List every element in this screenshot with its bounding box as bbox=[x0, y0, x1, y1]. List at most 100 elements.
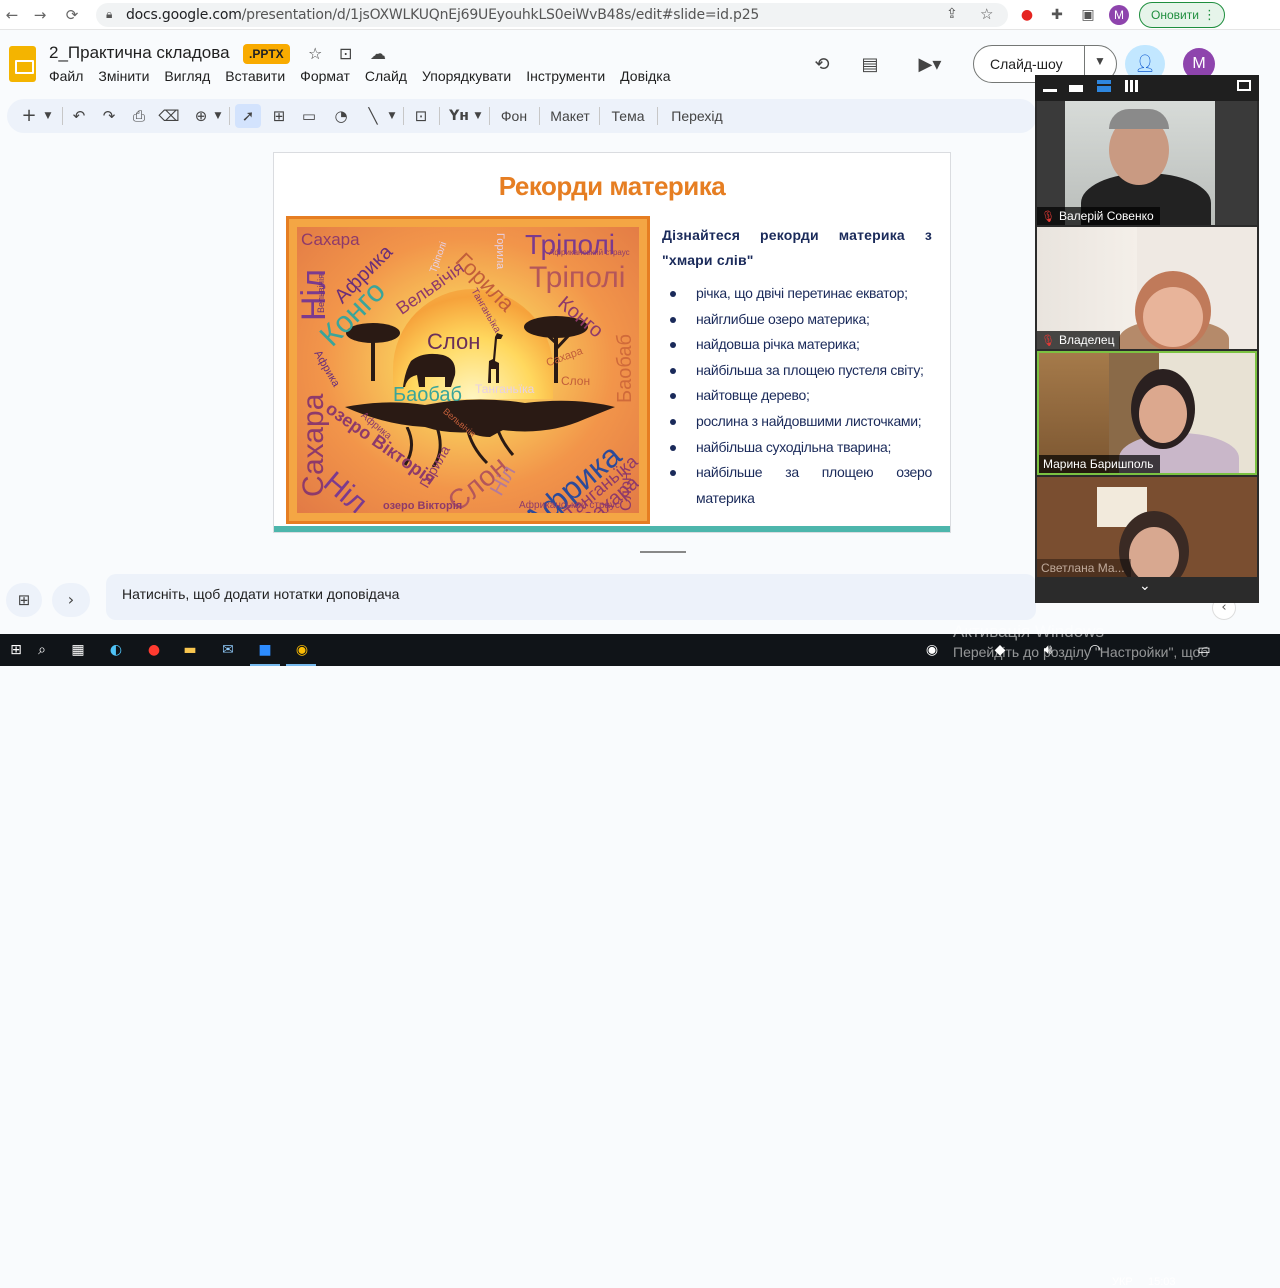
notes-resize-handle[interactable] bbox=[640, 551, 686, 553]
zoom-dropdown-icon[interactable]: ▼ bbox=[211, 104, 225, 128]
menu-tools[interactable]: Інструменти bbox=[526, 68, 605, 86]
shape-icon[interactable]: ◔ bbox=[329, 104, 353, 128]
input-tools-dropdown-icon[interactable]: ▼ bbox=[471, 104, 485, 128]
video-tile[interactable]: Светлана Ма... bbox=[1037, 477, 1257, 577]
select-cursor-icon[interactable]: ➚ bbox=[235, 104, 261, 128]
new-slide-dropdown-icon[interactable]: ▼ bbox=[41, 104, 55, 128]
gallery-view-icon[interactable] bbox=[1125, 80, 1139, 92]
paint-format-icon[interactable]: ⌫ bbox=[157, 104, 181, 128]
extensions-puzzle-icon[interactable]: ✚ bbox=[1047, 5, 1067, 25]
profile-avatar[interactable]: M bbox=[1109, 5, 1129, 25]
input-tools-icon[interactable]: Yн bbox=[447, 104, 471, 128]
menu-edit[interactable]: Змінити bbox=[98, 68, 149, 86]
exit-fullscreen-icon[interactable] bbox=[1237, 80, 1251, 91]
slide-heading[interactable]: Дізнайтеся рекорди материка з "хмари слі… bbox=[662, 223, 932, 273]
chrome-tray-icon[interactable]: ◉ bbox=[922, 640, 942, 660]
address-bar[interactable]: 🔒︎ docs.google.com/presentation/d/1jsOXW… bbox=[96, 3, 1008, 27]
zoom-icon[interactable]: ⊕ bbox=[189, 104, 213, 128]
chevron-down-icon[interactable]: ▼ bbox=[1094, 54, 1106, 68]
menu-format[interactable]: Формат bbox=[300, 68, 350, 86]
comments-icon[interactable]: ▤ bbox=[858, 53, 882, 77]
cloud-saved-icon[interactable]: ☁ bbox=[370, 44, 386, 63]
version-history-icon[interactable]: ⟲ bbox=[810, 53, 834, 77]
print-icon[interactable]: ⎙ bbox=[127, 104, 151, 128]
update-label: Оновити bbox=[1151, 8, 1199, 22]
update-browser-button[interactable]: Оновити ⋮ bbox=[1139, 2, 1225, 28]
new-slide-icon[interactable]: + bbox=[17, 104, 41, 128]
chrome-icon[interactable]: ◉ bbox=[292, 640, 312, 660]
forward-icon[interactable]: → bbox=[30, 5, 50, 25]
toolbar-divider bbox=[403, 107, 404, 125]
back-icon[interactable]: ← bbox=[2, 5, 22, 25]
list-item: річка, що двічі перетинає екватор; bbox=[668, 281, 932, 307]
input-language[interactable]: УКР bbox=[1112, 1276, 1133, 1288]
move-folder-icon[interactable]: ⊡ bbox=[339, 44, 352, 63]
menu-view[interactable]: Вигляд bbox=[164, 68, 210, 86]
layout-button[interactable]: Макет bbox=[545, 104, 595, 128]
speaker-view-icon[interactable] bbox=[1097, 80, 1111, 92]
video-tile-active[interactable]: Марина Баришполь bbox=[1037, 351, 1257, 475]
speaker-notes[interactable]: Натисніть, щоб додати нотатки доповідача bbox=[106, 574, 1036, 620]
slides-logo-icon[interactable] bbox=[9, 46, 36, 82]
reload-icon[interactable]: ⟳ bbox=[62, 5, 82, 25]
participant-name: Светлана Ма... bbox=[1037, 559, 1131, 577]
taskbar-clock[interactable]: 15:03 bbox=[1148, 1276, 1176, 1288]
toolbar-divider bbox=[439, 107, 440, 125]
wc-word: Слон bbox=[561, 374, 591, 388]
search-icon[interactable]: ⌕ bbox=[32, 640, 52, 660]
insert-image-icon[interactable]: ▭ bbox=[297, 104, 321, 128]
slide-title[interactable]: Рекорди материка bbox=[274, 171, 950, 202]
giraffe-silhouette bbox=[488, 333, 503, 383]
toolbar-divider bbox=[229, 107, 230, 125]
file-explorer-icon[interactable]: ▬ bbox=[180, 640, 200, 660]
wc-word: Сахара bbox=[301, 230, 360, 249]
side-panel-icon[interactable]: ▣ bbox=[1078, 5, 1098, 25]
zoom-app-icon[interactable]: ■ bbox=[255, 640, 275, 660]
editing-toolbar: + ▼ ↶ ↷ ⎙ ⌫ ⊕ ▼ ➚ ⊞ ▭ ◔ ╲ ▼ ⊡ Yн ▼ Фон М… bbox=[7, 99, 1037, 133]
url-text[interactable]: docs.google.com/presentation/d/1jsOXWLKU… bbox=[126, 7, 759, 23]
document-title[interactable]: 2_Практична складова bbox=[49, 43, 230, 63]
slide[interactable]: Рекорди материка Сахара Ніл Африка Конго… bbox=[273, 152, 951, 533]
background-button[interactable]: Фон bbox=[493, 104, 535, 128]
task-view-icon[interactable]: ▦ bbox=[68, 640, 88, 660]
participant-name: Марина Баришполь bbox=[1039, 455, 1160, 473]
mail-icon[interactable]: ✉ bbox=[218, 640, 238, 660]
redo-icon[interactable]: ↷ bbox=[97, 104, 121, 128]
video-call-panel[interactable]: 🎙︎ Валерій Совенко 🎙︎ Владелец Марина Бари… bbox=[1035, 75, 1259, 603]
chevron-right-icon[interactable]: › bbox=[52, 583, 90, 617]
line-icon[interactable]: ╲ bbox=[361, 104, 385, 128]
menu-slide[interactable]: Слайд bbox=[365, 68, 407, 86]
video-tile[interactable]: 🎙︎ Владелец bbox=[1037, 227, 1257, 349]
grid-view-icon[interactable]: ⊞ bbox=[6, 583, 42, 617]
transition-button[interactable]: Перехід bbox=[663, 104, 731, 128]
add-comment-icon[interactable]: ⊡ bbox=[409, 104, 433, 128]
small-view-icon[interactable] bbox=[1069, 85, 1083, 92]
windows-start-icon[interactable]: ⊞ bbox=[6, 640, 26, 660]
line-dropdown-icon[interactable]: ▼ bbox=[385, 104, 399, 128]
undo-icon[interactable]: ↶ bbox=[67, 104, 91, 128]
star-icon[interactable]: ☆ bbox=[308, 44, 322, 63]
chevron-down-icon[interactable]: ⌄ bbox=[1139, 578, 1151, 594]
menu-arrange[interactable]: Упорядкувати bbox=[422, 68, 511, 86]
text-box-icon[interactable]: ⊞ bbox=[267, 104, 291, 128]
share-page-icon[interactable]: ⇪ bbox=[946, 6, 958, 22]
theme-button[interactable]: Тема bbox=[605, 104, 651, 128]
meet-camera-icon[interactable]: ▶▾ bbox=[910, 53, 950, 77]
edge-browser-icon[interactable]: ◐ bbox=[106, 640, 126, 660]
word-cloud-background: Сахара Ніл Африка Конго Вельвічія Горила… bbox=[297, 227, 639, 513]
menu-file[interactable]: Файл bbox=[49, 68, 83, 86]
minimize-icon[interactable] bbox=[1043, 89, 1057, 92]
opera-taskbar-icon[interactable]: ● bbox=[144, 640, 164, 660]
lock-icon[interactable]: 🔒︎ bbox=[106, 7, 112, 22]
word-cloud-image[interactable]: Сахара Ніл Африка Конго Вельвічія Горила… bbox=[286, 216, 650, 524]
video-tile[interactable]: 🎙︎ Валерій Совенко bbox=[1037, 101, 1257, 225]
menu-help[interactable]: Довідка bbox=[620, 68, 670, 86]
menu-insert[interactable]: Вставити bbox=[225, 68, 285, 86]
bookmark-star-icon[interactable]: ☆ bbox=[980, 5, 993, 23]
windows-activation-hint: Перейдіть до розділу "Настройки", щоб bbox=[953, 644, 1209, 660]
list-item: найбільше за площею озеро материка bbox=[668, 460, 932, 511]
records-list[interactable]: річка, що двічі перетинає екватор; найгл… bbox=[668, 281, 932, 511]
mic-muted-icon: 🎙︎ bbox=[1041, 210, 1055, 223]
opera-icon[interactable]: ● bbox=[1017, 5, 1037, 25]
elephant-silhouette bbox=[403, 353, 456, 387]
